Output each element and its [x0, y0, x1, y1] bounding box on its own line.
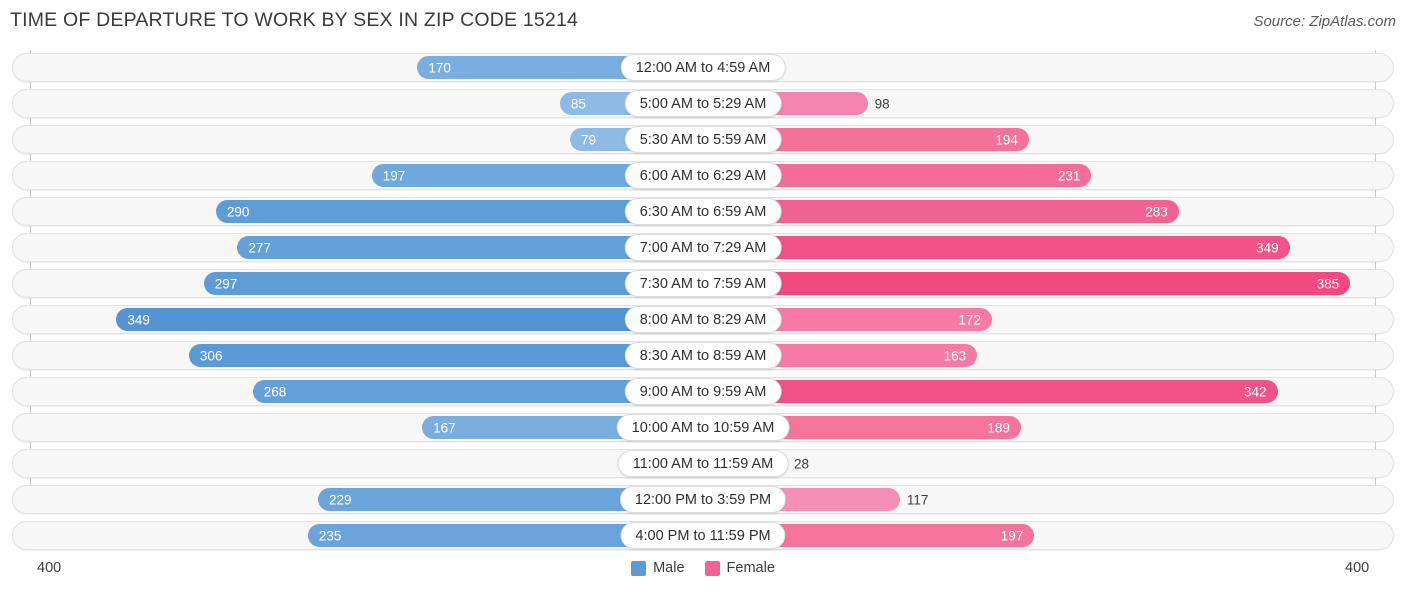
category-label: 8:00 AM to 8:29 AM — [624, 306, 782, 333]
legend-label-male: Male — [653, 560, 685, 576]
bar-value-female: 349 — [1256, 239, 1279, 255]
table-row: 167 189 10:00 AM to 10:59 AM — [12, 413, 1394, 442]
bar-value-female: 283 — [1145, 203, 1168, 219]
table-row: 297 385 7:30 AM to 7:59 AM — [12, 269, 1394, 298]
bar-value-female: 197 — [1000, 527, 1024, 543]
category-label: 5:30 AM to 5:59 AM — [624, 126, 782, 153]
chart-footer: 400 400 Male Female — [0, 555, 1406, 595]
category-label: 6:30 AM to 6:59 AM — [624, 198, 782, 225]
bar-value-male: 277 — [248, 239, 271, 255]
table-row: 306 163 8:30 AM to 8:59 AM — [12, 341, 1394, 370]
bar-value-male: 79 — [580, 131, 596, 147]
category-label: 4:00 PM to 11:59 PM — [620, 522, 786, 549]
bar-value-male: 197 — [382, 167, 406, 183]
bar-value-male: 268 — [263, 383, 287, 399]
bar-value-female: 194 — [995, 131, 1018, 147]
category-label: 12:00 PM to 3:59 PM — [619, 486, 787, 513]
bar-value-female: 189 — [987, 419, 1010, 435]
bar-value-male: 85 — [570, 95, 586, 111]
chart-page: TIME OF DEPARTURE TO WORK BY SEX IN ZIP … — [0, 0, 1406, 595]
bar-value-female: 98 — [874, 95, 890, 111]
bar-value-male: 167 — [433, 419, 456, 435]
bar-value-male: 306 — [199, 347, 223, 363]
chart-header: TIME OF DEPARTURE TO WORK BY SEX IN ZIP … — [0, 0, 1406, 44]
bar-female[interactable]: 385 — [703, 272, 1351, 295]
table-row: 268 342 9:00 AM to 9:59 AM — [12, 377, 1394, 406]
legend: Male Female — [0, 560, 1406, 576]
table-row: 85 98 5:00 AM to 5:29 AM — [12, 89, 1394, 118]
bar-value-male: 349 — [127, 311, 150, 327]
bar-value-female: 172 — [958, 311, 981, 327]
page-title: TIME OF DEPARTURE TO WORK BY SEX IN ZIP … — [10, 9, 579, 31]
table-row: 229 117 12:00 PM to 3:59 PM — [12, 485, 1394, 514]
table-row: 349 172 8:00 AM to 8:29 AM — [12, 305, 1394, 334]
category-label: 7:30 AM to 7:59 AM — [624, 270, 782, 297]
table-row: 290 283 6:30 AM to 6:59 AM — [12, 197, 1394, 226]
category-label: 11:00 AM to 11:59 AM — [617, 450, 789, 477]
bar-male[interactable]: 349 — [116, 308, 703, 331]
legend-item-male[interactable]: Male — [631, 560, 685, 576]
table-row: 197 231 6:00 AM to 6:29 AM — [12, 161, 1394, 190]
category-label: 9:00 AM to 9:59 AM — [624, 378, 782, 405]
bar-female[interactable]: 342 — [703, 380, 1278, 403]
bar-value-male: 290 — [226, 203, 250, 219]
legend-swatch-female-icon — [704, 560, 720, 576]
table-row: 102811:00 AM to 11:59 AM — [12, 449, 1394, 478]
bar-value-male: 235 — [318, 527, 342, 543]
bar-value-female: 117 — [906, 491, 929, 507]
bar-value-male: 229 — [328, 491, 352, 507]
legend-item-female[interactable]: Female — [704, 560, 775, 576]
legend-label-female: Female — [726, 560, 775, 576]
bar-value-female: 385 — [1316, 275, 1340, 291]
category-label: 10:00 AM to 10:59 AM — [616, 414, 790, 441]
bar-value-female: 342 — [1244, 383, 1267, 399]
bar-value-female: 163 — [943, 347, 967, 363]
table-row: 277 349 7:00 AM to 7:29 AM — [12, 233, 1394, 262]
category-label: 12:00 AM to 4:59 AM — [620, 54, 786, 81]
bar-value-female: 28 — [794, 455, 810, 471]
bar-value-male: 170 — [428, 59, 451, 75]
bar-female[interactable]: 349 — [703, 236, 1290, 259]
source-attribution: Source: ZipAtlas.com — [1253, 13, 1396, 30]
table-row: 235 197 4:00 PM to 11:59 PM — [12, 521, 1394, 550]
table-row: 1701612:00 AM to 4:59 AM — [12, 53, 1394, 82]
category-label: 6:00 AM to 6:29 AM — [624, 162, 782, 189]
bar-value-female: 231 — [1057, 167, 1081, 183]
category-label: 7:00 AM to 7:29 AM — [624, 234, 782, 261]
category-label: 5:00 AM to 5:29 AM — [624, 90, 782, 117]
table-row: 79 194 5:30 AM to 5:59 AM — [12, 125, 1394, 154]
diverging-bar-chart: 1701612:00 AM to 4:59 AM 85 98 5:00 AM to 5… — [0, 50, 1406, 555]
category-label: 8:30 AM to 8:59 AM — [624, 342, 782, 369]
legend-swatch-male-icon — [631, 560, 647, 576]
bar-value-male: 297 — [214, 275, 238, 291]
